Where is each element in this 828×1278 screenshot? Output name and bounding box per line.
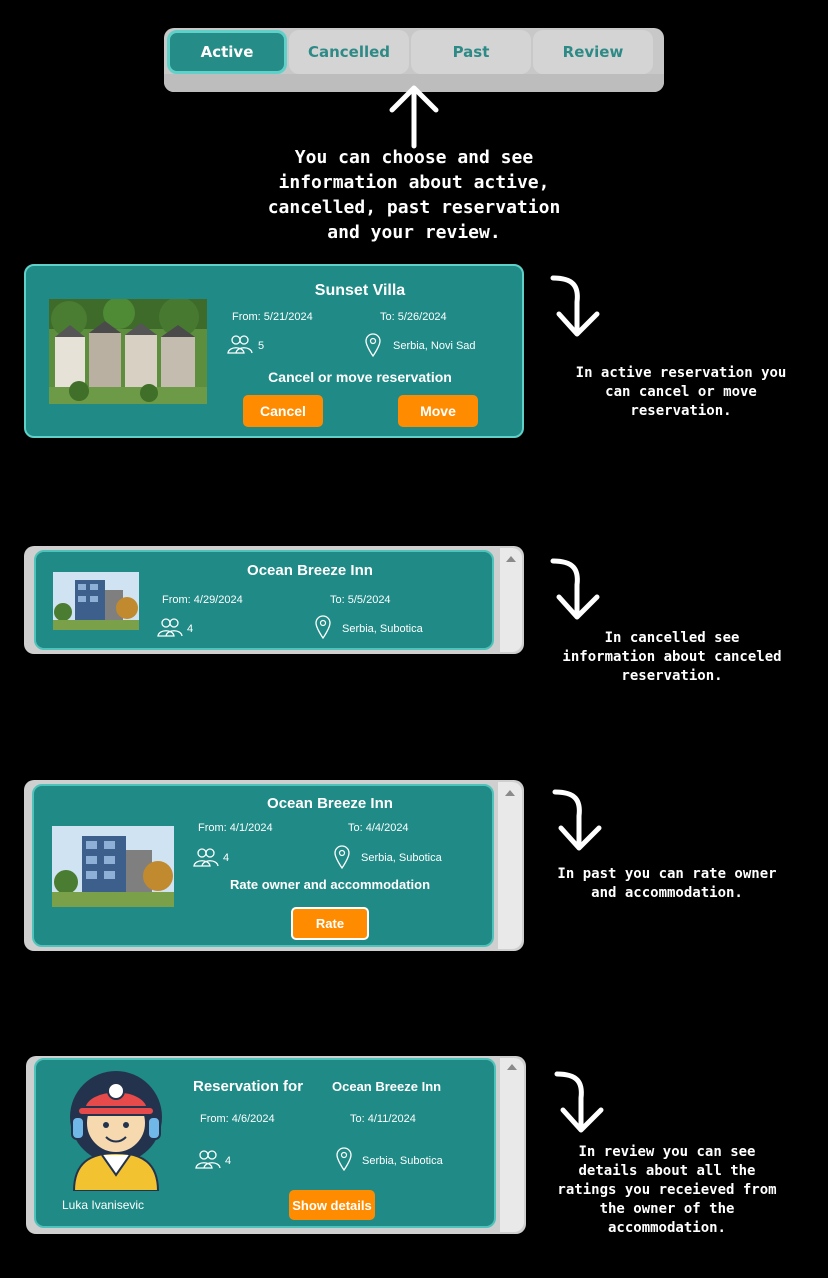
action-text: Cancel or move reservation (268, 369, 452, 385)
villa-photo (49, 299, 207, 404)
location-pin-icon (336, 1147, 352, 1172)
guest-count: 4 (225, 1155, 232, 1167)
guests-icon (157, 618, 183, 637)
arrow-down-icon (550, 558, 600, 620)
date-to: To: 5/5/2024 (330, 594, 391, 606)
tab-active[interactable]: Active (167, 30, 287, 74)
rate-button[interactable]: Rate (291, 907, 369, 940)
guest-count: 5 (258, 340, 265, 352)
cancelled-note: In cancelled see information about cance… (562, 630, 782, 684)
user-name: Luka Ivanisevic (62, 1198, 145, 1212)
location-pin-icon (315, 615, 331, 640)
date-from: From: 4/1/2024 (198, 822, 273, 834)
guests-icon (195, 1150, 221, 1169)
scroll-up-icon[interactable] (505, 790, 515, 796)
tab-cancelled[interactable]: Cancelled (289, 30, 409, 74)
location: Serbia, Subotica (342, 623, 423, 635)
date-from: From: 4/29/2024 (162, 594, 243, 606)
accommodation-name: Ocean Breeze Inn (267, 795, 393, 812)
scroll-up-icon[interactable] (507, 1064, 517, 1070)
tab-past[interactable]: Past (411, 30, 531, 74)
accommodation-name: Ocean Breeze Inn (247, 562, 373, 579)
date-to: To: 5/26/2024 (380, 311, 447, 323)
guests-icon (193, 848, 219, 867)
active-note: In active reservation you can cancel or … (575, 365, 787, 419)
scrollbar[interactable] (500, 548, 522, 652)
tab-review[interactable]: Review (533, 30, 653, 74)
location: Serbia, Novi Sad (393, 340, 476, 352)
inn-photo (53, 572, 139, 630)
accommodation-name: Ocean Breeze Inn (332, 1079, 442, 1094)
guest-count: 4 (187, 623, 194, 635)
date-to: To: 4/11/2024 (350, 1113, 416, 1125)
guest-count: 4 (223, 852, 230, 864)
past-note: In past you can rate owner and accommoda… (557, 866, 777, 901)
location-pin-icon (365, 333, 381, 358)
action-text: Rate owner and accommodation (229, 877, 431, 892)
scrollbar[interactable] (500, 1058, 524, 1232)
date-to: To: 4/4/2024 (348, 822, 409, 834)
move-button[interactable]: Move (398, 395, 478, 427)
user-avatar (70, 1071, 162, 1191)
tabs-note: You can choose and see information about… (267, 147, 561, 243)
guests-icon (227, 335, 253, 354)
review-note: In review you can see details about all … (557, 1144, 777, 1236)
arrow-down-icon (552, 789, 602, 851)
location: Serbia, Subotica (362, 1155, 443, 1167)
inn-photo (52, 826, 174, 907)
date-from: From: 4/6/2024 (200, 1113, 275, 1125)
arrow-up-icon (389, 85, 439, 149)
scroll-up-icon[interactable] (506, 556, 516, 562)
cancel-button[interactable]: Cancel (243, 395, 323, 427)
accommodation-name: Sunset Villa (314, 282, 406, 299)
arrow-down-icon (554, 1071, 604, 1133)
reservation-for-label: Reservation for (193, 1078, 304, 1095)
location-pin-icon (334, 845, 350, 870)
arrow-down-icon (550, 275, 600, 337)
show-details-button[interactable]: Show details (289, 1190, 375, 1220)
location: Serbia, Subotica (361, 852, 442, 864)
date-from: From: 5/21/2024 (232, 311, 313, 323)
scrollbar[interactable] (498, 782, 522, 949)
